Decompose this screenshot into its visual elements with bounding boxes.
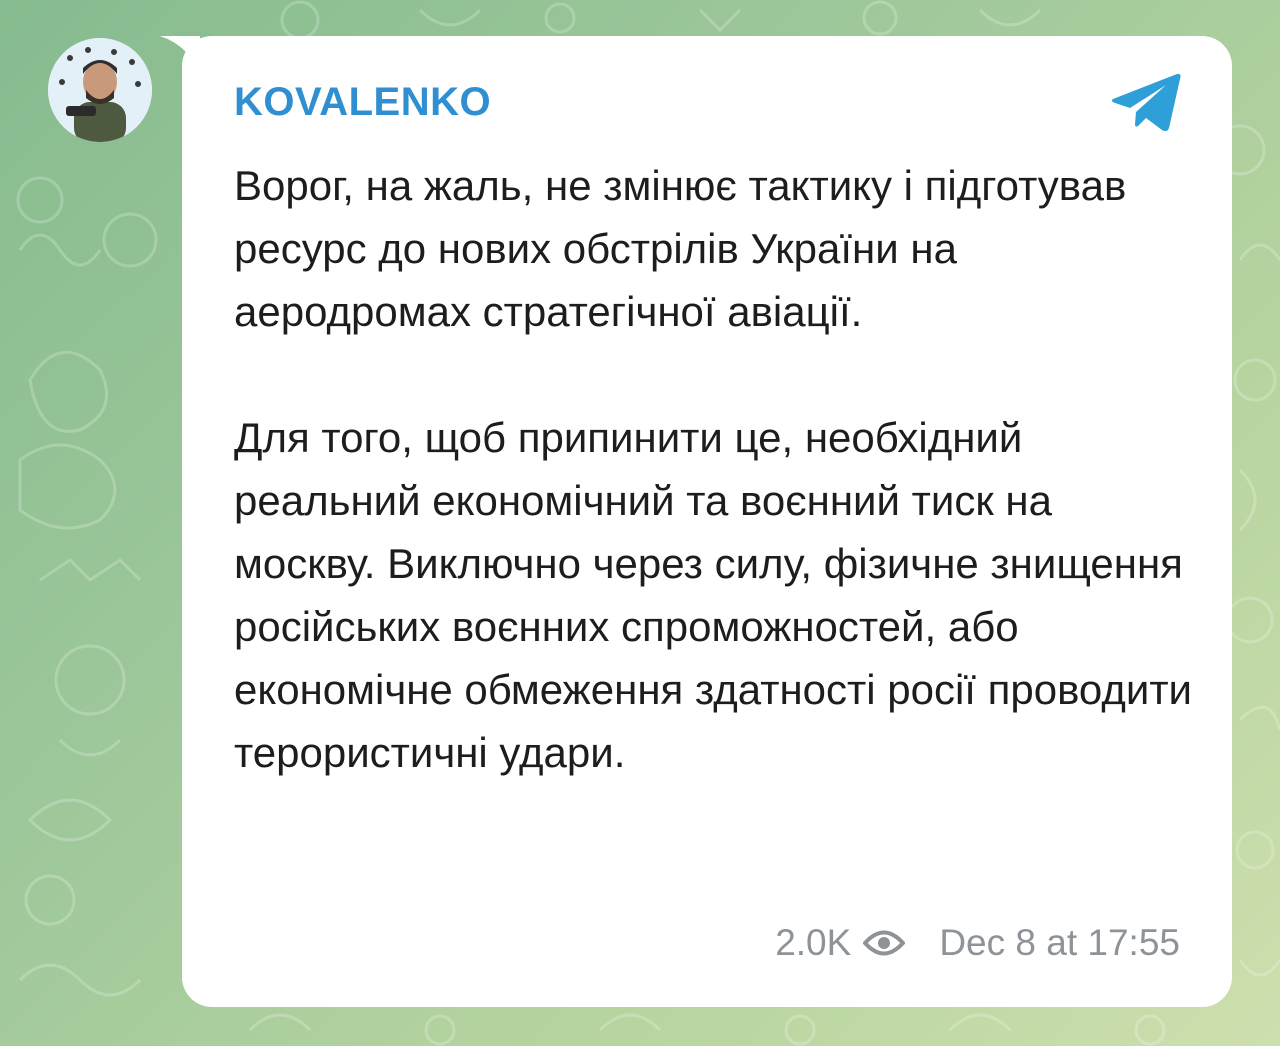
message-paragraph: Ворог, на жаль, не змінює тактику і підг…: [234, 162, 1127, 335]
eye-icon: [863, 930, 906, 956]
message-timestamp: Dec 8 at 17:55: [939, 922, 1180, 963]
message-bubble: KOVALENKO Ворог, на жаль, не змінює такт…: [182, 36, 1232, 1007]
message-paragraph: Для того, щоб припинити це, необхідний р…: [234, 414, 1193, 776]
view-count: 2.0K: [775, 922, 852, 963]
channel-avatar[interactable]: [48, 38, 152, 142]
avatar-portrait: [48, 38, 152, 142]
message-meta: 2.0K Dec 8 at 17:55: [775, 918, 1180, 968]
sender-name[interactable]: KOVALENKO: [234, 78, 491, 126]
telegram-logo-icon: [1111, 73, 1181, 132]
message-text: Ворог, на жаль, не змінює тактику і підг…: [234, 154, 1194, 784]
